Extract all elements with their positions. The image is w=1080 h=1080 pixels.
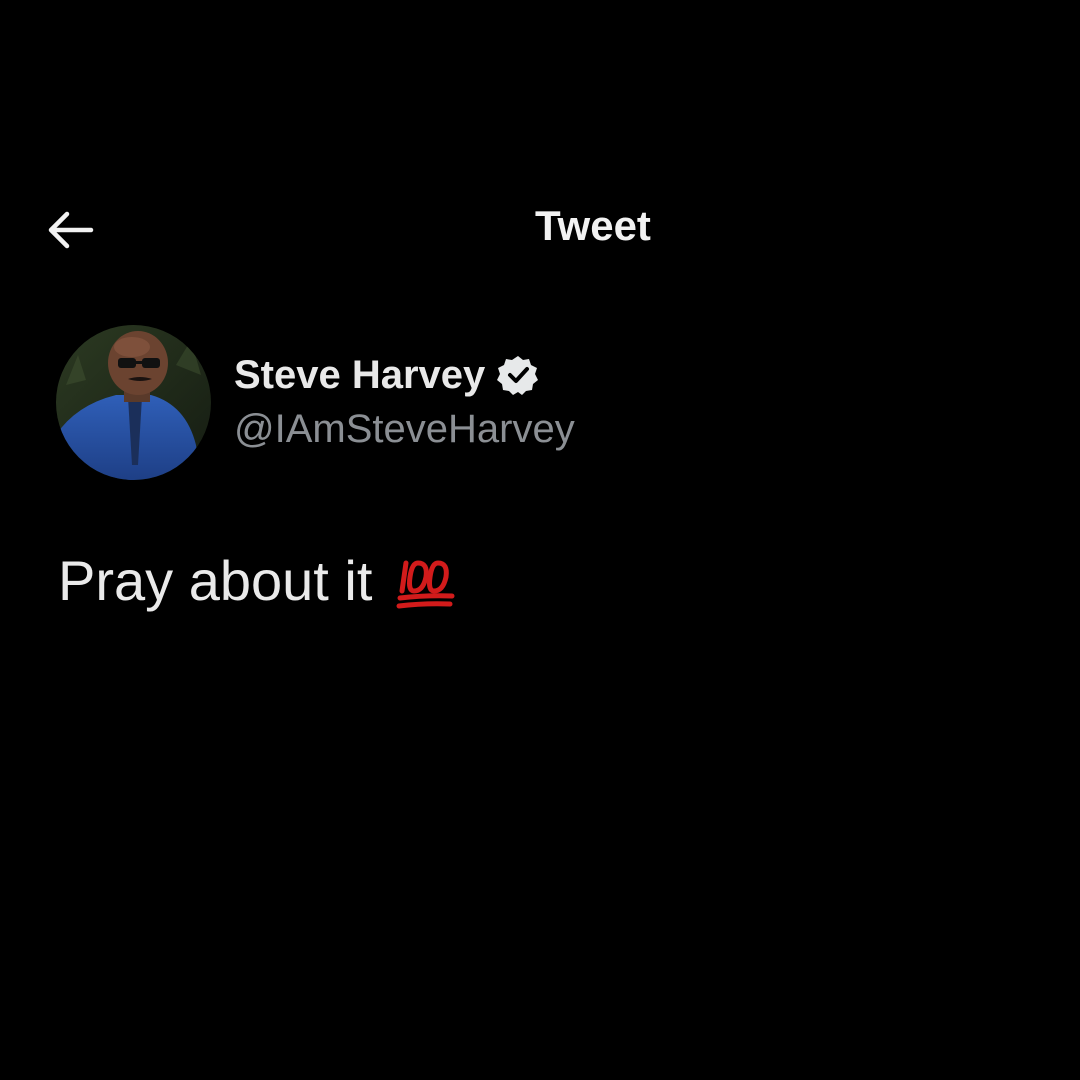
tweet-text: Pray about it	[58, 549, 373, 612]
arrow-left-icon	[48, 211, 94, 249]
tweet-body: Pray about it	[58, 548, 456, 613]
page-title: Tweet	[535, 202, 651, 249]
author-names: Steve Harvey @IAmSteveHarvey	[234, 347, 575, 452]
display-name[interactable]: Steve Harvey	[234, 353, 485, 398]
hundred-points-icon	[396, 551, 456, 611]
tweet-author: Steve Harvey @IAmSteveHarvey	[56, 325, 956, 485]
avatar-image	[56, 325, 211, 480]
verified-badge-icon	[497, 354, 539, 396]
user-handle[interactable]: @IAmSteveHarvey	[234, 407, 575, 452]
avatar[interactable]	[56, 325, 211, 480]
back-button[interactable]	[36, 202, 102, 258]
display-name-row: Steve Harvey	[234, 347, 575, 403]
tweet-page: Tweet Steve Harvey @IAmSteveHarvey Pray …	[0, 0, 1080, 1080]
top-bar: Tweet	[0, 180, 1080, 280]
